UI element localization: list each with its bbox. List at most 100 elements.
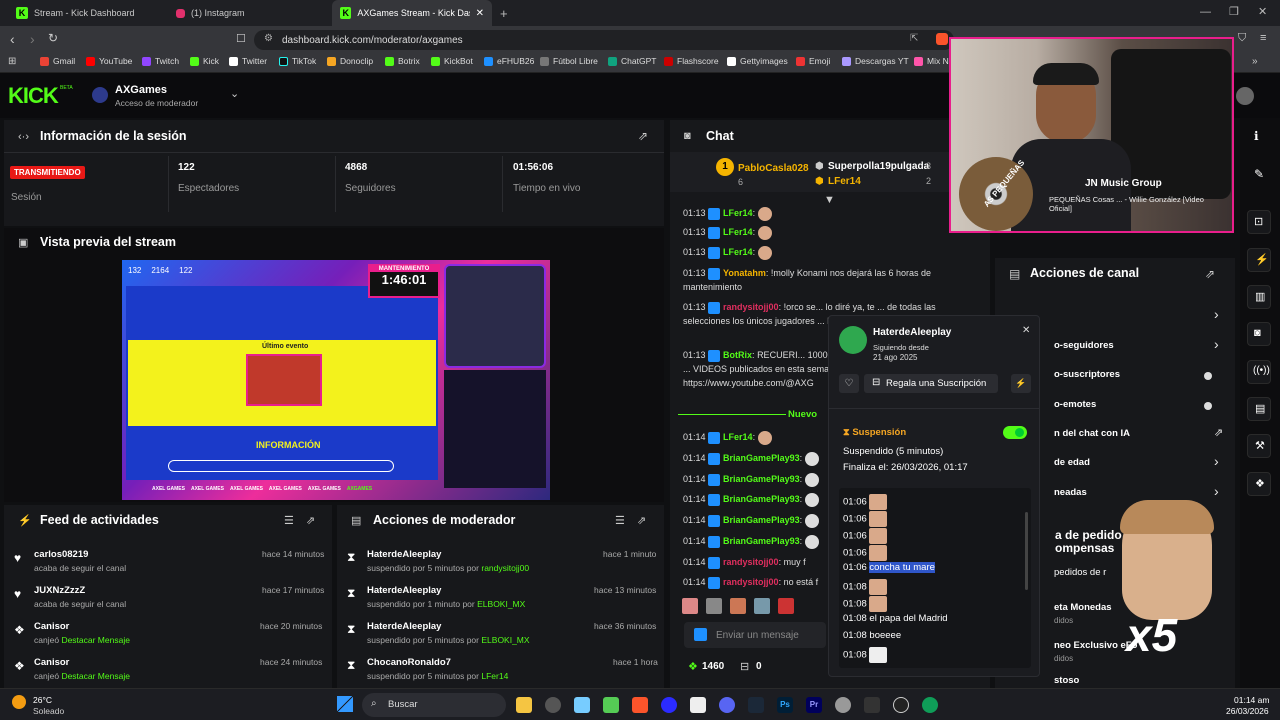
- windows-start-icon[interactable]: [337, 696, 353, 712]
- external-link-icon[interactable]: ⇗: [1214, 426, 1223, 439]
- chevron-right-icon[interactable]: ›: [1214, 306, 1219, 322]
- apps-icon[interactable]: ⊞: [8, 56, 16, 67]
- chat-username[interactable]: randysitojj00: [723, 557, 779, 567]
- clock-date[interactable]: 26/03/2026: [1226, 706, 1269, 716]
- browser-tab[interactable]: (1) Instagram: [168, 0, 328, 26]
- user-avatar[interactable]: [1236, 87, 1254, 105]
- filter-icon[interactable]: ☰: [615, 514, 625, 527]
- chat-username[interactable]: BrianGamePlay93: [723, 494, 800, 504]
- follow-heart-icon[interactable]: ♡: [839, 374, 859, 393]
- channel-action-row[interactable]: o-emotes: [1054, 397, 1226, 413]
- discord-icon[interactable]: [719, 697, 735, 713]
- bookmark-item[interactable]: KickBot: [431, 56, 473, 66]
- bookmark-item[interactable]: Twitter: [229, 56, 267, 66]
- chat-username[interactable]: randysitojj00: [723, 577, 779, 587]
- vpn-icon[interactable]: ⛉: [1238, 32, 1246, 45]
- app-icon[interactable]: [574, 697, 590, 713]
- chat-username[interactable]: BrianGamePlay93: [723, 474, 800, 484]
- toolbar-button[interactable]: ◙: [1247, 322, 1271, 346]
- toolbar-button[interactable]: ⚒: [1247, 434, 1271, 458]
- filter-icon[interactable]: ☰: [284, 514, 294, 527]
- feed-user[interactable]: Canisor: [34, 657, 69, 668]
- taskbar-search[interactable]: ⌕ Buscar: [362, 693, 506, 717]
- modaction-user[interactable]: ChocanoRonaldo7: [367, 657, 451, 668]
- channel-action-row[interactable]: o-suscriptores: [1054, 367, 1226, 383]
- chat-username[interactable]: LFer14: [723, 227, 753, 237]
- toolbar-button[interactable]: ⊡: [1247, 210, 1271, 234]
- bookmark-item[interactable]: Flashscore: [664, 56, 719, 66]
- channel-action-row[interactable]: o-seguidores ›: [1054, 336, 1226, 354]
- bookmark-item[interactable]: Donoclip: [327, 56, 373, 66]
- toolbar-button[interactable]: ▥: [1247, 285, 1271, 309]
- edge-icon[interactable]: [922, 697, 938, 713]
- popout-icon[interactable]: ⇗: [638, 129, 648, 143]
- modaction-by[interactable]: ELBOKI_MX: [477, 599, 525, 609]
- bookmark-item[interactable]: Descargas YT: [842, 56, 909, 66]
- channel-action-row[interactable]: neadas ›: [1054, 483, 1226, 501]
- photoshop-icon[interactable]: Ps: [777, 697, 793, 713]
- premiere-icon[interactable]: Pr: [806, 697, 822, 713]
- bookmark-item[interactable]: Emoji: [796, 56, 830, 66]
- emote-icon[interactable]: [706, 598, 722, 614]
- gift-sub-button[interactable]: ⊟ Regala una Suscripción: [864, 374, 998, 393]
- toolbar-button[interactable]: ⚡: [1247, 248, 1271, 272]
- chat-username[interactable]: BrianGamePlay93: [723, 453, 800, 463]
- channel-action-row[interactable]: de edad ›: [1054, 453, 1226, 471]
- bookmark-item[interactable]: eFHUB26: [484, 56, 534, 66]
- restore-icon[interactable]: ❐: [1229, 5, 1239, 18]
- gifter3-name[interactable]: LFer14: [828, 176, 861, 187]
- site-info-icon[interactable]: ⚙: [264, 33, 273, 44]
- bookmark-item[interactable]: Fútbol Libre: [540, 56, 598, 66]
- emote-icon[interactable]: [682, 598, 698, 614]
- emote-icon[interactable]: [754, 598, 770, 614]
- app-icon[interactable]: [690, 697, 706, 713]
- chat-username[interactable]: LFer14: [723, 208, 753, 218]
- forward-icon[interactable]: ›: [30, 31, 35, 47]
- app-icon[interactable]: [603, 697, 619, 713]
- bookmark-item[interactable]: Gmail: [40, 56, 75, 66]
- chevron-right-icon[interactable]: ›: [1214, 336, 1219, 352]
- browser-tab-active[interactable]: K AXGames Stream - Kick Dashbo ✕: [332, 0, 492, 26]
- modaction-user[interactable]: HaterdeAleeplay: [367, 621, 441, 632]
- channel-points[interactable]: 1460: [702, 661, 724, 672]
- stream-video[interactable]: Último evento INFORMACIÓN 132 2164 122 M…: [122, 260, 550, 500]
- info-icon[interactable]: ℹ: [1254, 129, 1259, 143]
- close-icon[interactable]: ✕: [1022, 325, 1030, 336]
- modaction-user[interactable]: HaterdeAleeplay: [367, 549, 441, 560]
- chat-username[interactable]: BrianGamePlay93: [723, 536, 800, 546]
- chevron-right-icon[interactable]: ›: [1214, 453, 1219, 469]
- emote-icon[interactable]: [730, 598, 746, 614]
- top-gifter-name[interactable]: PabloCasla028: [738, 163, 809, 174]
- gifter2-name[interactable]: Superpolla19pulgada: [828, 161, 929, 172]
- chat-username[interactable]: Yonatahm: [723, 268, 766, 278]
- minimize-icon[interactable]: —: [1200, 6, 1211, 18]
- chat-username[interactable]: BotRix: [723, 350, 752, 360]
- bookmark-item[interactable]: ChatGPT: [608, 56, 656, 66]
- brave-icon[interactable]: [936, 33, 948, 45]
- new-tab-icon[interactable]: +: [500, 6, 508, 21]
- bookmark-item[interactable]: Mix N: [914, 56, 949, 66]
- bookmark-item[interactable]: YouTube: [86, 56, 132, 66]
- chat-username[interactable]: BrianGamePlay93: [723, 515, 800, 525]
- modaction-user[interactable]: HaterdeAleeplay: [367, 585, 441, 596]
- brave-icon[interactable]: [632, 697, 648, 713]
- channel-switch-chevron-icon[interactable]: ⌄: [230, 87, 239, 100]
- popout-icon[interactable]: ⇗: [306, 514, 315, 527]
- popout-icon[interactable]: ⇗: [637, 514, 646, 527]
- chat-username[interactable]: randysitojj00: [723, 302, 779, 312]
- bookmark-item[interactable]: Gettyimages: [727, 56, 788, 66]
- menu-icon[interactable]: ≡: [1260, 32, 1266, 44]
- reward-item-label[interactable]: stoso: [1054, 675, 1079, 686]
- kick-logo[interactable]: KICK: [8, 83, 59, 109]
- channel-action-row[interactable]: n del chat con IA ⇗: [1054, 426, 1226, 442]
- url-field[interactable]: ⚙ dashboard.kick.com/moderator/axgames ⇱: [254, 30, 954, 50]
- reward-item-label[interactable]: pedidos de r: [1054, 567, 1106, 578]
- modaction-by[interactable]: randysitojj00: [481, 563, 529, 573]
- app-icon[interactable]: [661, 697, 677, 713]
- edit-icon[interactable]: ✎: [1254, 167, 1264, 181]
- app-icon[interactable]: [893, 697, 909, 713]
- bookmark-item[interactable]: Kick: [190, 56, 219, 66]
- toolbar-button[interactable]: ▤: [1247, 397, 1271, 421]
- bookmark-item[interactable]: TikTok: [279, 56, 316, 66]
- file-explorer-icon[interactable]: [516, 697, 532, 713]
